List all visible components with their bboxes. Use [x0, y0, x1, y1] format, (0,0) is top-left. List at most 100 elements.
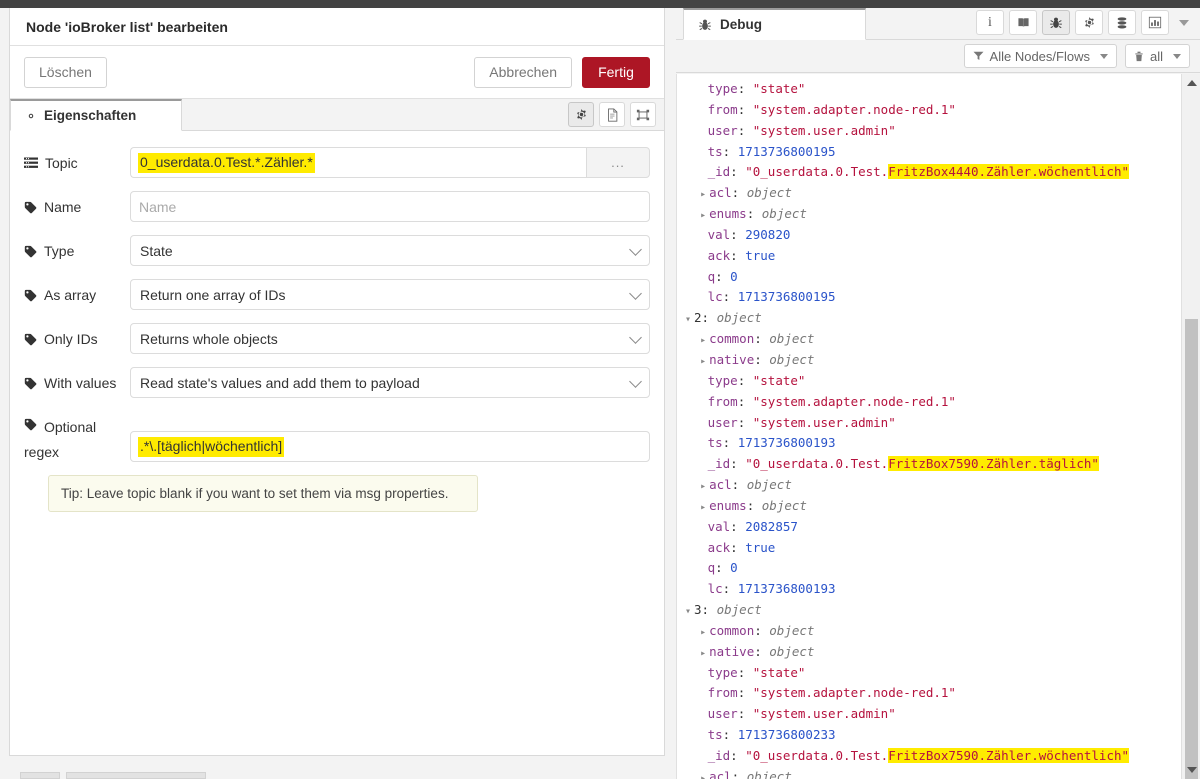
- debug-scrollbar[interactable]: [1181, 74, 1200, 779]
- scroll-up-button[interactable]: [1182, 74, 1200, 92]
- debug-line[interactable]: ack: true: [685, 538, 1181, 559]
- debug-line[interactable]: type: "state": [685, 371, 1181, 392]
- debug-line[interactable]: ▸ enums: object: [685, 496, 1181, 517]
- type-select-value: State: [140, 242, 173, 259]
- chevron-down-icon[interactable]: [1179, 19, 1189, 26]
- info-tab-button[interactable]: i: [976, 10, 1004, 35]
- debug-line[interactable]: ▸ common: object: [685, 329, 1181, 350]
- filter-icon: [973, 51, 984, 61]
- dashboard-tab-button[interactable]: [1141, 10, 1169, 35]
- debug-value: "system.user.admin": [752, 706, 896, 722]
- debug-line[interactable]: ts: 1713736800195: [685, 142, 1181, 163]
- expand-toggle-closed-icon[interactable]: ▸: [700, 623, 709, 644]
- topic-control: 0_userdata.0.Test.*.Zähler.* ...: [130, 147, 650, 178]
- debug-line[interactable]: q: 0: [685, 558, 1181, 579]
- optional-regex-input[interactable]: .*\.[täglich|wöchentlich]: [130, 431, 650, 462]
- only-ids-control: Returns whole objects: [130, 323, 650, 354]
- debug-line[interactable]: ▸ enums: object: [685, 204, 1181, 225]
- clear-debug-dropdown[interactable]: all: [1124, 44, 1190, 68]
- expand-toggle-closed-icon[interactable]: ▸: [700, 206, 709, 227]
- debug-line[interactable]: type: "state": [685, 79, 1181, 100]
- description-tool-button[interactable]: [599, 102, 625, 127]
- debug-line[interactable]: lc: 1713736800193: [685, 579, 1181, 600]
- debug-line[interactable]: user: "system.user.admin": [685, 121, 1181, 142]
- debug-value: object: [769, 622, 815, 638]
- node-filter-dropdown[interactable]: Alle Nodes/Flows: [963, 44, 1117, 68]
- debug-line[interactable]: ack: true: [685, 246, 1181, 267]
- debug-value-highlight: FritzBox4440.Zähler.wöchentlich": [888, 164, 1130, 180]
- debug-line[interactable]: _id: "0_userdata.0.Test.FritzBox4440.Zäh…: [685, 162, 1181, 183]
- debug-key: user: [707, 414, 738, 430]
- with-values-label-group: With values: [24, 367, 130, 392]
- tab-debug[interactable]: Debug: [683, 8, 866, 40]
- debug-line[interactable]: ▸ native: object: [685, 642, 1181, 663]
- field-row-name: Name: [24, 191, 650, 222]
- expand-toggle-closed-icon[interactable]: ▸: [700, 769, 709, 779]
- cancel-button[interactable]: Abbrechen: [474, 56, 572, 88]
- expand-toggle-closed-icon[interactable]: ▸: [700, 331, 709, 352]
- delete-button[interactable]: Löschen: [24, 56, 107, 88]
- config-tab-button[interactable]: [1075, 10, 1103, 35]
- debug-separator: :: [746, 497, 762, 513]
- debug-value: 1713736800233: [737, 727, 836, 743]
- bug-icon: [1050, 17, 1062, 28]
- debug-value: object: [716, 310, 762, 326]
- only-ids-select[interactable]: Returns whole objects: [130, 323, 650, 354]
- with-values-select[interactable]: Read state's values and add them to payl…: [130, 367, 650, 398]
- debug-line[interactable]: val: 2082857: [685, 517, 1181, 538]
- done-button[interactable]: Fertig: [582, 56, 650, 88]
- debug-tab-button[interactable]: [1042, 10, 1070, 35]
- debug-line[interactable]: from: "system.adapter.node-red.1": [685, 392, 1181, 413]
- debug-key: 3: [694, 602, 702, 618]
- topic-value: 0_userdata.0.Test.*.Zähler.*: [138, 152, 315, 173]
- debug-line[interactable]: ▸ common: object: [685, 621, 1181, 642]
- debug-line[interactable]: _id: "0_userdata.0.Test.FritzBox7590.Zäh…: [685, 454, 1181, 475]
- debug-line[interactable]: from: "system.adapter.node-red.1": [685, 683, 1181, 704]
- expand-toggle-open-icon[interactable]: ▾: [685, 310, 694, 331]
- chart-icon: [1148, 16, 1162, 29]
- debug-line[interactable]: ▸ acl: object: [685, 767, 1181, 779]
- name-input[interactable]: [130, 191, 650, 222]
- expand-toggle-closed-icon[interactable]: ▸: [700, 477, 709, 498]
- appearance-tool-button[interactable]: [630, 102, 656, 127]
- debug-line[interactable]: ▸ native: object: [685, 350, 1181, 371]
- expand-toggle-closed-icon[interactable]: ▸: [700, 644, 709, 665]
- debug-line[interactable]: ▸ acl: object: [685, 183, 1181, 204]
- debug-line[interactable]: val: 290820: [685, 225, 1181, 246]
- debug-line[interactable]: from: "system.adapter.node-red.1": [685, 100, 1181, 121]
- debug-message-list[interactable]: type: "state" from: "system.adapter.node…: [677, 74, 1181, 779]
- debug-separator: :: [731, 185, 747, 201]
- debug-line[interactable]: _id: "0_userdata.0.Test.FritzBox7590.Zäh…: [685, 746, 1181, 767]
- expand-toggle-closed-icon[interactable]: ▸: [700, 185, 709, 206]
- page-title: Node 'ioBroker list' bearbeiten: [10, 8, 664, 46]
- debug-line[interactable]: ▾ 3: object: [685, 600, 1181, 621]
- debug-key: acl: [709, 768, 732, 779]
- properties-tool-button[interactable]: [568, 102, 594, 127]
- debug-line[interactable]: ts: 1713736800193: [685, 433, 1181, 454]
- context-data-tab-button[interactable]: [1108, 10, 1136, 35]
- debug-line[interactable]: type: "state": [685, 663, 1181, 684]
- tab-properties[interactable]: Eigenschaften: [10, 99, 182, 131]
- debug-separator: :: [730, 164, 746, 180]
- scroll-down-button[interactable]: [1182, 761, 1200, 779]
- debug-key: lc: [707, 581, 723, 597]
- topic-browse-button[interactable]: ...: [586, 147, 650, 178]
- debug-line[interactable]: q: 0: [685, 267, 1181, 288]
- as-array-select[interactable]: Return one array of IDs: [130, 279, 650, 310]
- debug-line[interactable]: user: "system.user.admin": [685, 413, 1181, 434]
- debug-line[interactable]: ▸ acl: object: [685, 475, 1181, 496]
- debug-separator: :: [737, 664, 753, 680]
- expand-toggle-open-icon[interactable]: ▾: [685, 602, 694, 623]
- type-select[interactable]: State: [130, 235, 650, 266]
- debug-value: object: [746, 185, 792, 201]
- debug-line[interactable]: lc: 1713736800195: [685, 287, 1181, 308]
- debug-line[interactable]: ts: 1713736800233: [685, 725, 1181, 746]
- help-tab-button[interactable]: [1009, 10, 1037, 35]
- debug-value: 2082857: [745, 518, 798, 534]
- topic-input[interactable]: 0_userdata.0.Test.*.Zähler.*: [130, 147, 586, 178]
- expand-toggle-closed-icon[interactable]: ▸: [700, 498, 709, 519]
- debug-line[interactable]: ▾ 2: object: [685, 308, 1181, 329]
- expand-toggle-closed-icon[interactable]: ▸: [700, 352, 709, 373]
- debug-line[interactable]: user: "system.user.admin": [685, 704, 1181, 725]
- scrollbar-thumb[interactable]: [1185, 319, 1198, 779]
